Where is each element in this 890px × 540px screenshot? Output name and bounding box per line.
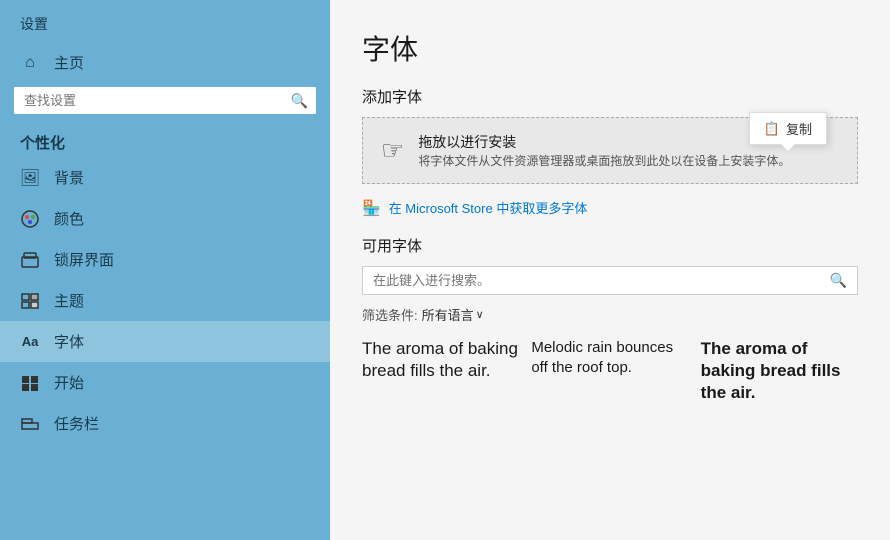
colors-icon xyxy=(20,209,40,229)
start-icon xyxy=(20,373,40,393)
sidebar-item-background[interactable]: 🖼 背景 xyxy=(0,157,330,198)
store-link[interactable]: 🏪 在 Microsoft Store 中获取更多字体 xyxy=(362,198,858,217)
sidebar-search-container: 🔍 xyxy=(14,87,316,114)
available-fonts-title: 可用字体 xyxy=(362,235,858,256)
font-search-icon: 🔍 xyxy=(830,272,847,289)
font-preview-text-2: Melodic rain bounces off the roof top. xyxy=(531,338,688,377)
font-preview-1[interactable]: The aroma of baking bread fills the air. xyxy=(362,338,519,404)
lockscreen-icon xyxy=(20,250,40,270)
font-search-container: 🔍 xyxy=(362,266,858,295)
store-link-text: 在 Microsoft Store 中获取更多字体 xyxy=(389,198,588,217)
chevron-down-icon: ∨ xyxy=(476,308,484,321)
main-content: 字体 添加字体 ☞ 拖放以进行安装 将字体文件从文件资源管理器或桌面拖放到此处以… xyxy=(330,0,890,540)
sidebar-item-lockscreen[interactable]: 锁屏界面 xyxy=(0,239,330,280)
sidebar-item-label-colors: 颜色 xyxy=(54,208,84,229)
font-preview-text-1: The aroma of baking bread fills the air. xyxy=(362,338,519,382)
sidebar-item-label-taskbar: 任务栏 xyxy=(54,413,99,434)
drag-drop-area[interactable]: ☞ 拖放以进行安装 将字体文件从文件资源管理器或桌面拖放到此处以在设备上安装字体… xyxy=(362,117,858,184)
drag-drop-text-container: 拖放以进行安装 将字体文件从文件资源管理器或桌面拖放到此处以在设备上安装字体。 xyxy=(418,132,790,169)
add-fonts-section-title: 添加字体 xyxy=(362,86,858,107)
drag-text-sub: 将字体文件从文件资源管理器或桌面拖放到此处以在设备上安装字体。 xyxy=(418,152,790,169)
background-icon: 🖼 xyxy=(20,168,40,188)
filter-row: 筛选条件: 所有语言 ∨ xyxy=(362,305,858,324)
filter-dropdown[interactable]: 所有语言 ∨ xyxy=(422,305,484,324)
font-search-input[interactable] xyxy=(373,273,822,288)
sidebar-title: 设置 xyxy=(0,0,330,42)
page-title: 字体 xyxy=(362,28,858,68)
taskbar-icon xyxy=(20,414,40,434)
sidebar-item-label-fonts: 字体 xyxy=(54,331,84,352)
home-icon: ⌂ xyxy=(20,53,40,73)
font-preview-3[interactable]: The aroma of baking bread fills the air. xyxy=(701,338,858,404)
search-icon: 🔍 xyxy=(291,92,308,109)
sidebar-item-fonts[interactable]: Aa 字体 xyxy=(0,321,330,362)
sidebar-item-colors[interactable]: 颜色 xyxy=(0,198,330,239)
drag-text-main: 拖放以进行安装 xyxy=(418,132,790,152)
sidebar-item-label-home: 主页 xyxy=(54,52,84,73)
sidebar-item-label-start: 开始 xyxy=(54,372,84,393)
sidebar-item-label-themes: 主题 xyxy=(54,290,84,311)
store-icon: 🏪 xyxy=(362,199,381,217)
sidebar-item-label-lockscreen: 锁屏界面 xyxy=(54,249,114,270)
search-input[interactable] xyxy=(14,87,316,114)
filter-value-text: 所有语言 xyxy=(422,305,474,324)
sidebar-item-taskbar[interactable]: 任务栏 xyxy=(0,403,330,444)
sidebar: 设置 ⌂ 主页 🔍 个性化 🖼 背景 颜色 xyxy=(0,0,330,540)
sidebar-item-label-background: 背景 xyxy=(54,167,84,188)
sidebar-item-themes[interactable]: 主题 xyxy=(0,280,330,321)
themes-icon xyxy=(20,291,40,311)
filter-label: 筛选条件: xyxy=(362,305,418,324)
copy-icon: 📋 xyxy=(764,121,780,137)
font-preview-text-3: The aroma of baking bread fills the air. xyxy=(701,338,858,404)
drag-cursor-icon: ☞ xyxy=(381,135,404,166)
font-preview-grid: The aroma of baking bread fills the air.… xyxy=(362,338,858,404)
sidebar-section-label: 个性化 xyxy=(0,124,330,157)
sidebar-item-start[interactable]: 开始 xyxy=(0,362,330,403)
copy-tooltip-label: 复制 xyxy=(786,119,812,138)
sidebar-item-home[interactable]: ⌂ 主页 xyxy=(0,42,330,83)
copy-tooltip[interactable]: 📋 复制 xyxy=(749,112,827,145)
fonts-icon: Aa xyxy=(20,332,40,352)
font-preview-2[interactable]: Melodic rain bounces off the roof top. xyxy=(531,338,688,404)
